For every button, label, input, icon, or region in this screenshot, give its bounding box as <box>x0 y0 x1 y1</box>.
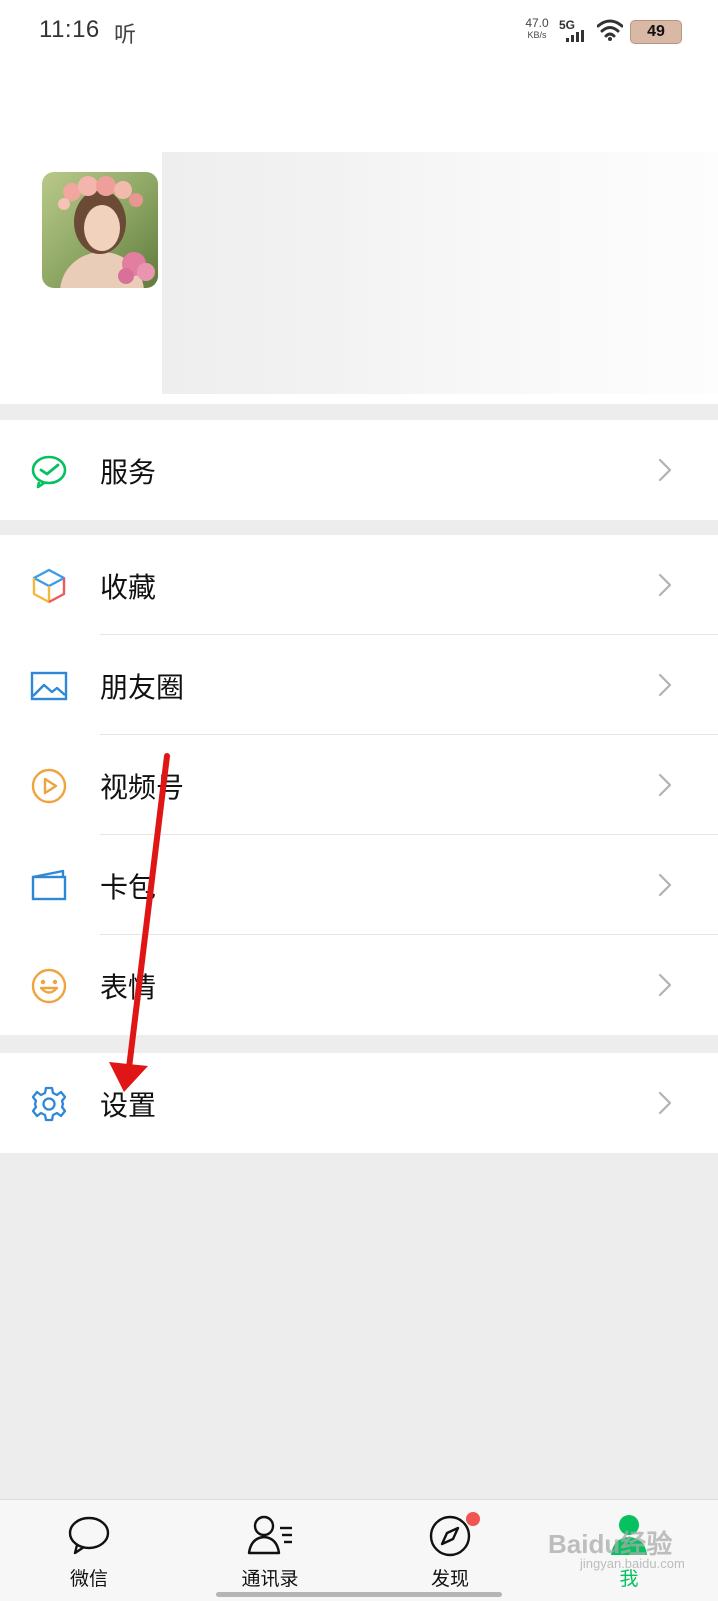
blurred-user-info <box>162 152 718 394</box>
status-bar: 11:16 听 47.0 KB/s 5G 49 <box>0 0 718 64</box>
smiley-icon <box>31 968 67 1004</box>
contacts-icon <box>247 1515 292 1555</box>
menu-item-stickers[interactable]: 表情 <box>0 935 718 1035</box>
tab-label-chats: 微信 <box>69 1568 108 1590</box>
gear-icon <box>31 1086 67 1122</box>
watermark-url: jingyan.baidu.com <box>580 1556 685 1571</box>
picture-icon <box>30 671 68 701</box>
chevron-right-icon <box>658 1091 672 1115</box>
wifi-icon <box>597 19 623 41</box>
chevron-right-icon <box>658 458 672 482</box>
menu-item-service[interactable]: 服务 <box>0 420 718 520</box>
tab-contacts[interactable]: 通讯录 <box>210 1500 330 1600</box>
avatar-photo <box>42 172 158 288</box>
profile-header[interactable] <box>0 64 718 404</box>
chat-bubble-icon <box>68 1516 110 1555</box>
menu-label-service: 服务 <box>100 456 157 489</box>
chevron-right-icon <box>658 973 672 997</box>
network-speed-value: 47.0 <box>525 16 549 30</box>
menu-label-stickers: 表情 <box>100 971 157 1004</box>
battery-indicator: 49 <box>630 20 682 44</box>
menu-item-cards[interactable]: 卡包 <box>0 835 718 935</box>
menu-item-favorites[interactable]: 收藏 <box>0 535 718 635</box>
cell-signal-icon <box>566 30 584 42</box>
cube-icon <box>32 568 66 604</box>
status-time: 11:16 <box>39 16 100 43</box>
menu-group-main: 收藏 朋友圈 视频号 卡包 表情 <box>0 535 718 1035</box>
menu-item-settings[interactable]: 设置 <box>0 1053 718 1153</box>
network-speed: 47.0 KB/s <box>522 16 552 40</box>
discover-badge-dot <box>466 1512 480 1526</box>
menu-label-moments: 朋友圈 <box>100 671 185 704</box>
tab-label-contacts: 通讯录 <box>241 1568 299 1590</box>
listen-indicator: 听 <box>114 23 137 48</box>
home-indicator[interactable] <box>216 1592 502 1597</box>
menu-item-channels[interactable]: 视频号 <box>0 735 718 835</box>
chevron-right-icon <box>658 773 672 797</box>
menu-group-settings: 设置 <box>0 1053 718 1153</box>
menu-label-cards: 卡包 <box>100 871 157 904</box>
menu-group-service: 服务 <box>0 420 718 520</box>
wechat-pay-icon <box>31 455 67 489</box>
tab-chats[interactable]: 微信 <box>29 1500 149 1600</box>
network-speed-unit: KB/s <box>527 30 547 40</box>
menu-label-channels: 视频号 <box>100 771 185 804</box>
menu-label-settings: 设置 <box>100 1089 157 1122</box>
chevron-right-icon <box>658 673 672 697</box>
chevron-right-icon <box>658 873 672 897</box>
chevron-right-icon <box>658 573 672 597</box>
play-circle-icon <box>31 768 67 804</box>
tab-discover[interactable]: 发现 <box>390 1500 510 1600</box>
menu-label-favorites: 收藏 <box>100 571 157 604</box>
card-wallet-icon <box>31 869 67 901</box>
avatar[interactable] <box>42 172 158 288</box>
menu-item-moments[interactable]: 朋友圈 <box>0 635 718 735</box>
tab-label-discover: 发现 <box>430 1568 469 1590</box>
